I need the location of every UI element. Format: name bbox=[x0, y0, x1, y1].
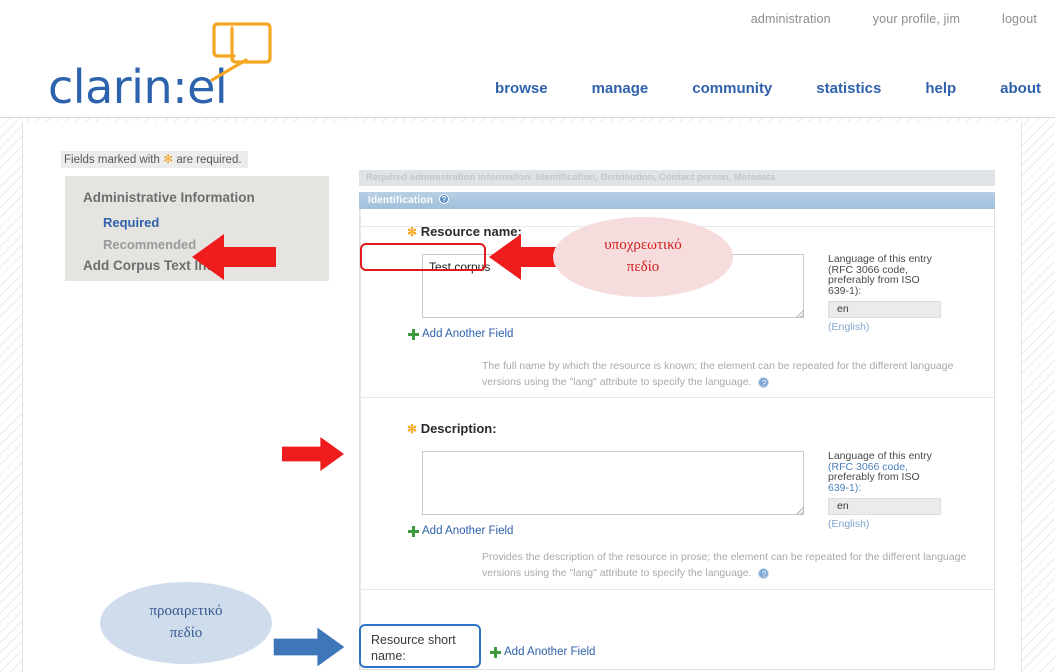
site-header: clarin:el administration your profile, j… bbox=[0, 0, 1055, 118]
highlight-box-resource-name bbox=[360, 243, 486, 271]
callout-required-line2: πεδίο bbox=[626, 259, 660, 275]
question-mark-icon[interactable]: ? bbox=[439, 194, 450, 204]
language-code-input[interactable]: en bbox=[828, 498, 941, 515]
callout-required-field: υποχρεωτικό πεδίο bbox=[553, 217, 733, 297]
language-code-input[interactable]: en bbox=[828, 301, 941, 318]
nav-link-about[interactable]: about bbox=[1000, 80, 1041, 97]
required-star-icon: ✻ bbox=[407, 225, 418, 239]
required-star-icon: ✻ bbox=[407, 422, 418, 436]
panel-title: Required administration information: Ide… bbox=[359, 170, 995, 186]
divider bbox=[360, 589, 994, 590]
nav-link-manage[interactable]: manage bbox=[592, 80, 649, 97]
info-icon[interactable]: ? bbox=[758, 568, 770, 579]
callout-required-line1: υποχρεωτικό bbox=[604, 237, 682, 254]
section-header-identification: Identification ? bbox=[359, 192, 995, 209]
language-name-note: (English) bbox=[828, 321, 870, 333]
plus-icon bbox=[408, 328, 419, 340]
plus-icon bbox=[490, 646, 501, 658]
sidebar-group-administrative-information[interactable]: Administrative Information bbox=[83, 190, 255, 205]
nav-link-community[interactable]: community bbox=[692, 80, 772, 97]
highlight-box-resource-short-name: Resource short name: bbox=[359, 624, 481, 668]
required-fields-notice: Fields marked with ✻ are required. bbox=[61, 151, 248, 168]
speech-bubble-icon bbox=[210, 22, 272, 82]
resize-grip-icon[interactable] bbox=[796, 310, 804, 318]
language-entry-label: Language of this entry (RFC 3066 code, p… bbox=[828, 253, 932, 297]
hint-resource-name: The full name by which the resource is k… bbox=[482, 360, 954, 388]
plus-icon bbox=[408, 525, 419, 537]
description-input[interactable] bbox=[422, 451, 804, 515]
language-entry-resource-name: Language of this entry (RFC 3066 code, p… bbox=[828, 254, 968, 333]
info-icon[interactable]: ? bbox=[758, 377, 770, 388]
logo-wordmark: clarin:el bbox=[48, 60, 228, 114]
resize-grip-icon[interactable] bbox=[796, 507, 804, 515]
site-logo[interactable]: clarin:el bbox=[48, 22, 288, 114]
annotation-arrow-sidebar bbox=[192, 234, 276, 280]
label-description: ✻ Description: bbox=[407, 421, 497, 436]
add-another-field-description[interactable]: Add Another Field bbox=[408, 525, 513, 537]
main-nav: browse manage community statistics help … bbox=[495, 80, 1041, 97]
utility-link-administration[interactable]: administration bbox=[751, 12, 831, 26]
add-another-field-resource-short-name[interactable]: Add Another Field bbox=[490, 646, 595, 658]
nav-link-help[interactable]: help bbox=[925, 80, 956, 97]
required-star-icon: ✻ bbox=[163, 152, 174, 166]
nav-link-browse[interactable]: browse bbox=[495, 80, 548, 97]
callout-optional-line2: πεδίο bbox=[169, 625, 203, 641]
sidebar-item-required[interactable]: Required bbox=[103, 215, 159, 230]
notice-prefix: Fields marked with bbox=[64, 154, 160, 166]
hint-description: Provides the description of the resource… bbox=[482, 551, 967, 579]
callout-optional-field: προαιρετικό πεδίο bbox=[100, 582, 272, 664]
annotation-arrow-description bbox=[282, 437, 344, 471]
divider bbox=[360, 397, 994, 398]
utility-link-logout[interactable]: logout bbox=[1002, 12, 1037, 26]
page-root: clarin:el administration your profile, j… bbox=[0, 0, 1055, 672]
notice-suffix: are required. bbox=[176, 154, 242, 166]
label-resource-short-name: Resource short name: bbox=[371, 633, 456, 663]
utility-nav: administration your profile, jim logout bbox=[751, 12, 1037, 26]
utility-link-profile[interactable]: your profile, jim bbox=[873, 12, 960, 26]
add-another-field-resource-name[interactable]: Add Another Field bbox=[408, 328, 513, 340]
language-entry-label: Language of this entry (RFC 3066 code, p… bbox=[828, 450, 932, 494]
annotation-arrow-short-name bbox=[273, 627, 345, 667]
sidebar-item-recommended[interactable]: Recommended bbox=[103, 237, 196, 252]
callout-optional-line1: προαιρετικό bbox=[149, 603, 223, 620]
language-name-note: (English) bbox=[828, 518, 870, 530]
language-entry-description: Language of this entry (RFC 3066 code, p… bbox=[828, 451, 968, 530]
nav-link-statistics[interactable]: statistics bbox=[816, 80, 881, 97]
